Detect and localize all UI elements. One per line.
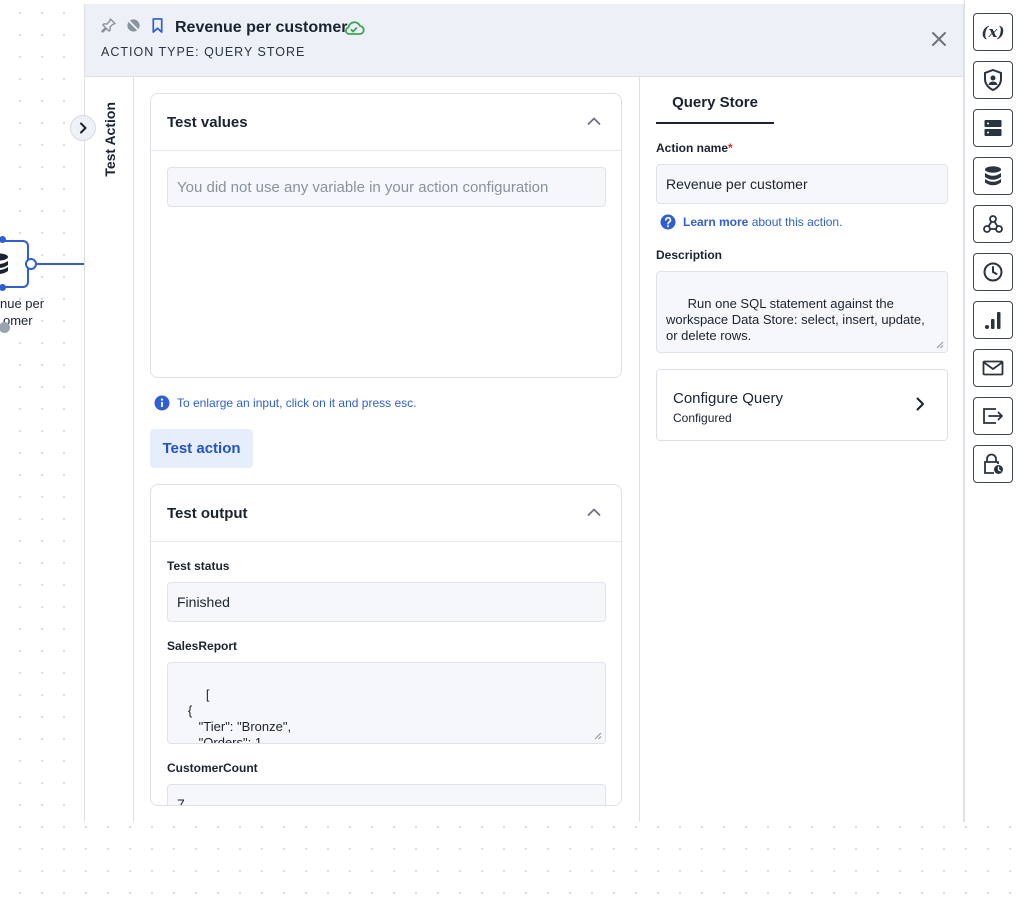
toolbar-variables-button[interactable]: (x)	[973, 13, 1013, 51]
node-handle-bottom[interactable]	[0, 284, 6, 291]
toolbar-webhook-button[interactable]	[973, 205, 1013, 243]
shield-user-icon	[984, 69, 1002, 91]
test-output-header[interactable]: Test output	[151, 485, 621, 542]
action-name-input[interactable]: Revenue per customer	[656, 164, 948, 204]
action-name-label: Action name*	[656, 141, 733, 155]
toolbar-database-button[interactable]	[973, 157, 1013, 195]
learn-more-row: Learn more about this action.	[660, 214, 842, 230]
sales-report-label: SalesReport	[167, 639, 238, 653]
lock-clock-icon	[984, 453, 1003, 474]
panel-header: Revenue per customer ACTION TYPE: QUERY …	[85, 4, 963, 77]
close-button[interactable]	[928, 28, 950, 50]
node-output-port[interactable]	[25, 258, 37, 270]
chevron-right-icon	[80, 122, 87, 134]
learn-more-link[interactable]: Learn more	[683, 215, 748, 229]
action-title: Revenue per customer	[175, 19, 348, 36]
toolbar-export-button[interactable]	[973, 397, 1013, 435]
test-status-value: Finished	[177, 594, 230, 610]
header-icons	[101, 18, 164, 33]
resize-handle-icon[interactable]	[594, 732, 602, 740]
toolbar-server-button[interactable]	[973, 109, 1013, 147]
node-connection-dot[interactable]	[0, 322, 10, 333]
database-icon	[985, 166, 1001, 186]
toolbar-email-button[interactable]	[973, 349, 1013, 387]
test-values-card: Test values You did not use any variable…	[150, 93, 622, 378]
enlarge-hint-text: To enlarge an input, click on it and pre…	[177, 396, 417, 410]
test-column: Test values You did not use any variable…	[134, 77, 640, 822]
toolbar-schedule-button[interactable]	[973, 253, 1013, 291]
toolbar-permissions-button[interactable]	[973, 61, 1013, 99]
variable-icon: (x)	[981, 23, 1005, 41]
toolbar-analytics-button[interactable]	[973, 301, 1013, 339]
node-connector-line	[37, 263, 84, 265]
test-status-label: Test status	[167, 559, 230, 573]
test-values-title: Test values	[167, 114, 248, 131]
action-name-value: Revenue per customer	[666, 176, 808, 192]
enlarge-hint: To enlarge an input, click on it and pre…	[154, 395, 416, 411]
chevron-up-icon[interactable]	[587, 116, 601, 126]
query-store-column: Query Store Action name* Revenue per cus…	[640, 77, 963, 822]
database-icon	[0, 253, 8, 274]
customer-count-field[interactable]: 7	[167, 784, 606, 806]
server-icon	[984, 120, 1002, 136]
toolbar-lock-timer-button[interactable]	[973, 445, 1013, 483]
pin-icon[interactable]	[101, 18, 116, 33]
description-label: Description	[656, 248, 723, 262]
help-icon	[660, 214, 676, 230]
disabled-icon[interactable]	[126, 18, 141, 33]
node-label-line: nue per	[0, 296, 45, 311]
tab-query-store[interactable]: Query Store	[656, 93, 774, 124]
resize-handle-icon[interactable]	[936, 341, 944, 349]
export-icon	[983, 408, 1003, 424]
customer-count-label: CustomerCount	[167, 761, 258, 775]
info-icon	[154, 395, 170, 411]
bookmark-icon[interactable]	[151, 18, 164, 33]
test-output-title: Test output	[167, 505, 248, 522]
required-mark: *	[728, 141, 733, 155]
webhook-icon	[983, 215, 1003, 233]
clock-icon	[983, 262, 1003, 282]
test-action-label: Test Action	[102, 102, 118, 177]
cloud-check-icon	[345, 21, 365, 35]
configure-query-card[interactable]: Configure Query Configured	[656, 369, 948, 441]
test-action-side-tab[interactable]: Test Action	[85, 77, 134, 822]
chevron-right-icon	[916, 397, 924, 411]
expand-button[interactable]	[70, 115, 96, 141]
close-icon	[932, 32, 946, 46]
description-value: Run one SQL statement against the worksp…	[666, 296, 925, 343]
sales-report-value: [ { "Tier": "Bronze", "Orders": 1,	[187, 687, 292, 744]
test-output-card: Test output Test status Finished SalesRe…	[150, 484, 622, 806]
customer-count-value: 7	[177, 796, 185, 806]
test-values-header[interactable]: Test values	[151, 94, 621, 151]
chevron-up-icon[interactable]	[587, 507, 601, 517]
bar-chart-icon	[985, 312, 1001, 329]
action-panel: Revenue per customer ACTION TYPE: QUERY …	[70, 4, 964, 822]
sales-report-field[interactable]: [ { "Tier": "Bronze", "Orders": 1,	[167, 662, 606, 744]
action-toolbar: (x)	[964, 0, 1020, 822]
action-type-subtitle: ACTION TYPE: QUERY STORE	[101, 45, 306, 59]
configure-query-title: Configure Query	[673, 390, 784, 407]
test-values-input[interactable]: You did not use any variable in your act…	[167, 167, 606, 207]
test-values-placeholder: You did not use any variable in your act…	[177, 178, 549, 196]
test-status-field[interactable]: Finished	[167, 582, 606, 622]
test-action-button[interactable]: Test action	[150, 429, 253, 468]
learn-more-text: Learn more about this action.	[683, 215, 842, 229]
action-name-label-text: Action name	[656, 141, 729, 155]
configure-query-status: Configured	[673, 411, 732, 425]
mail-icon	[982, 360, 1004, 376]
learn-more-rest: about this action.	[748, 215, 843, 229]
description-textarea[interactable]: Run one SQL statement against the worksp…	[656, 271, 948, 353]
